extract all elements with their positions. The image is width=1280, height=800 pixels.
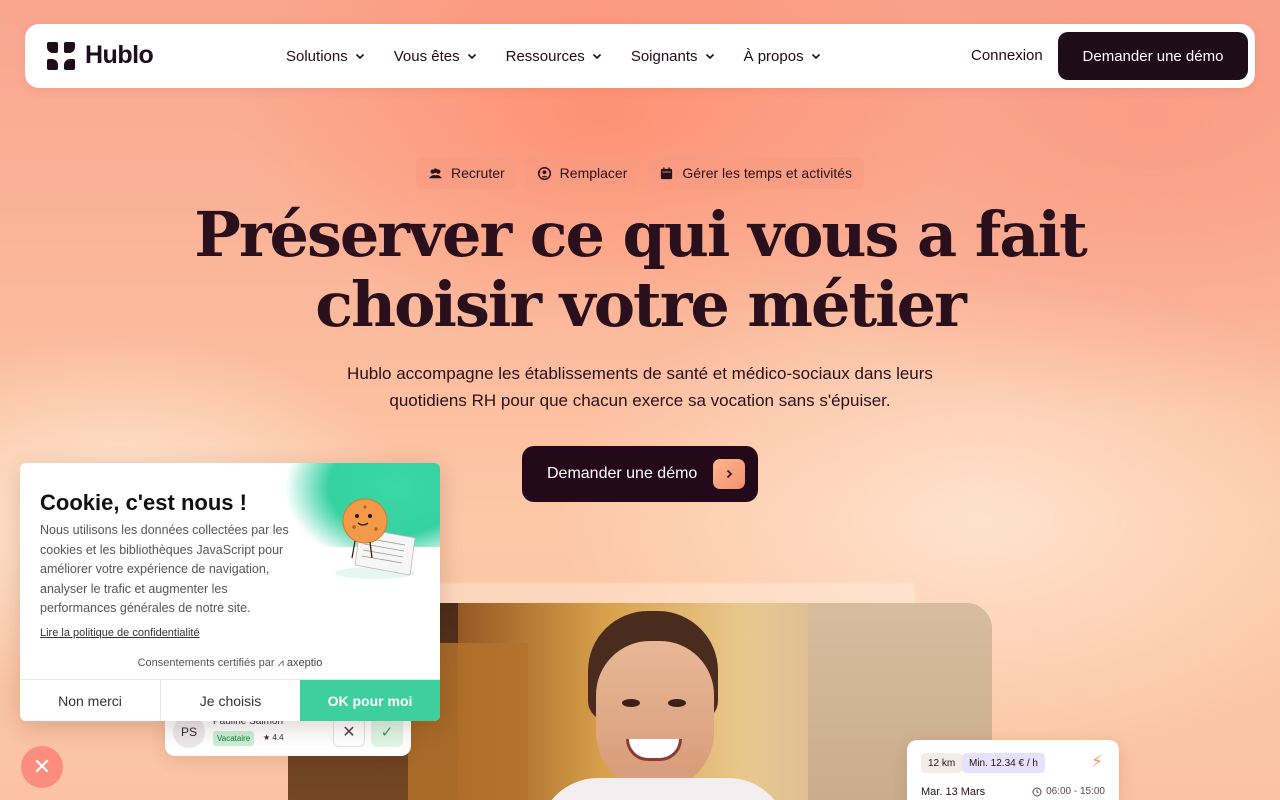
top-navbar: Hublo Solutions Vous êtes Ressources Soi… xyxy=(25,24,1255,88)
request-demo-button[interactable]: Demander une démo xyxy=(1058,32,1248,80)
cookie-choose-button[interactable]: Je choisis xyxy=(160,680,300,721)
chevron-down-icon xyxy=(592,53,601,60)
close-icon: ✕ xyxy=(342,724,356,741)
nav-item-soignants[interactable]: Soignants xyxy=(631,48,715,65)
status-badge: Vacataire xyxy=(213,731,255,746)
chevron-down-icon xyxy=(705,53,714,60)
accept-button[interactable]: ✓ xyxy=(371,717,403,747)
pill-gerer-temps[interactable]: Gérer les temps et activités xyxy=(647,157,864,189)
hero-subtitle-line-2: quotidiens RH pour que chacun exerce sa … xyxy=(389,391,891,410)
min-rate-badge: Min. 12.34 € / h xyxy=(962,753,1045,773)
consent-certification: Consentements certifiés par ⩘ axeptio xyxy=(20,657,440,670)
cookie-close-button[interactable]: ✕ xyxy=(21,746,63,788)
candidate-rating: ★ 4.4 xyxy=(263,733,284,742)
swap-user-icon xyxy=(537,166,551,180)
cookie-accept-button[interactable]: OK pour moi xyxy=(300,680,440,721)
pill-label: Recruter xyxy=(450,165,505,181)
shift-time-label: 06:00 - 15:00 xyxy=(1046,786,1105,797)
shift-date: Mar. 13 Mars xyxy=(921,786,986,798)
pill-recruter[interactable]: Recruter xyxy=(415,157,517,189)
hero-demo-button[interactable]: Demander une démo xyxy=(522,446,758,502)
hublo-logo-icon xyxy=(47,41,75,70)
nav-item-label: Vous êtes xyxy=(393,47,460,65)
logo-text: Hublo xyxy=(85,41,154,69)
chevron-right-icon xyxy=(713,459,745,489)
pill-label: Gérer les temps et activités xyxy=(682,165,852,181)
clock-icon xyxy=(1032,787,1042,796)
cookie-mascot-icon xyxy=(335,498,416,579)
feature-pills: Recruter Remplacer Gérer les temps et ac… xyxy=(0,157,1280,189)
cookie-text: Nous utilisons les données collectées pa… xyxy=(40,523,289,615)
certifier-name: axeptio xyxy=(286,657,323,669)
cookie-buttons: Non merci Je choisis OK pour moi xyxy=(20,679,440,721)
reject-button[interactable]: ✕ xyxy=(333,717,365,747)
hero-title-line-1: Préserver ce qui vous a fait xyxy=(194,198,1088,271)
chevron-down-icon xyxy=(355,53,364,60)
shift-card: 12 km Min. 12.34 € / h ⚡ Mar. 13 Mars 06… xyxy=(907,740,1119,800)
nav-item-label: Soignants xyxy=(630,47,698,65)
nav-item-label: Ressources xyxy=(505,47,585,65)
nav-item-vous-etes[interactable]: Vous êtes xyxy=(394,48,477,65)
hero-title: Préserver ce qui vous a fait choisir vot… xyxy=(0,200,1280,340)
cookie-consent-dialog: Cookie, c'est nous ! Nous utilisons les … xyxy=(20,463,440,721)
cookie-refuse-button[interactable]: Non merci xyxy=(20,680,160,721)
nav-item-label: À propos xyxy=(743,47,804,65)
hero-cta-label: Demander une démo xyxy=(547,465,698,482)
check-icon: ✓ xyxy=(380,724,394,741)
shift-time: 06:00 - 15:00 xyxy=(1032,786,1105,797)
hero-subtitle-line-1: Hublo accompagne les établissements de s… xyxy=(347,364,933,383)
nav-item-label: Solutions xyxy=(286,47,348,65)
pill-remplacer[interactable]: Remplacer xyxy=(524,157,640,189)
pill-label: Remplacer xyxy=(559,165,628,181)
hero-title-line-2: choisir votre métier xyxy=(315,268,967,341)
axeptio-logo-icon: ⩘ xyxy=(277,657,287,669)
calendar-icon xyxy=(661,166,673,179)
hero-subtitle: Hublo accompagne les établissements de s… xyxy=(0,360,1280,414)
nav-menu: Solutions Vous êtes Ressources Soignants… xyxy=(286,24,850,88)
nav-item-a-propos[interactable]: À propos xyxy=(744,48,821,65)
hublo-logo[interactable]: Hublo xyxy=(47,41,154,70)
nav-item-ressources[interactable]: Ressources xyxy=(506,48,602,65)
certification-label: Consentements certifiés par xyxy=(137,657,275,669)
nav-item-solutions[interactable]: Solutions xyxy=(286,48,365,65)
chevron-down-icon xyxy=(811,53,820,60)
distance-badge: 12 km xyxy=(921,753,963,773)
login-link[interactable]: Connexion xyxy=(971,47,1043,64)
cookie-title: Cookie, c'est nous ! xyxy=(40,490,247,515)
users-icon xyxy=(428,168,443,178)
close-icon: ✕ xyxy=(32,754,52,779)
chevron-down-icon xyxy=(467,53,476,60)
bolt-icon: ⚡ xyxy=(1091,752,1103,771)
privacy-policy-link[interactable]: Lire la politique de confidentialité xyxy=(40,627,200,639)
